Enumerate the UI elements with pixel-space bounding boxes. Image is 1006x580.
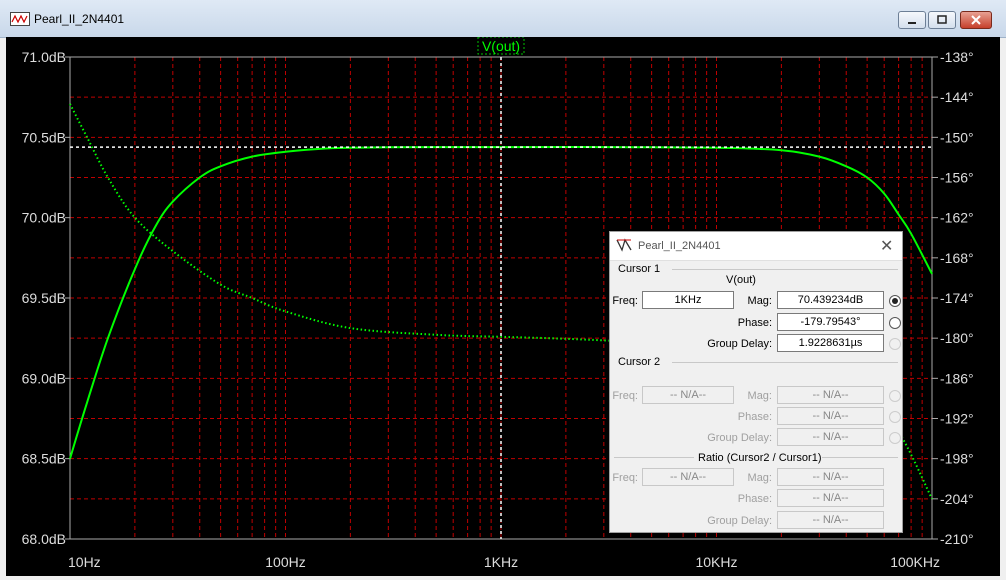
maximize-button[interactable] [928, 11, 956, 29]
ratio-mag-field[interactable]: -- N/A-- [777, 468, 884, 486]
divider [672, 362, 898, 363]
right-tick-label: -198° [940, 451, 974, 467]
cursor2-group-delay-field[interactable]: -- N/A-- [777, 428, 884, 446]
cursor2-freq-field[interactable]: -- N/A-- [642, 386, 734, 404]
right-tick-label: -162° [940, 210, 974, 226]
cursor2-phase-field[interactable]: -- N/A-- [777, 407, 884, 425]
ratio-mag-label: Mag: [747, 472, 772, 484]
ratio-phase-field[interactable]: -- N/A-- [777, 489, 884, 507]
right-tick-label: -186° [940, 370, 974, 386]
cursor1-group-delay-label: Group Delay: [707, 338, 772, 350]
cursor-dialog: Pearl_II_2N4401 ✕ Cursor 1 V(out) Freq: … [609, 231, 903, 533]
left-tick-label: 70.0dB [22, 210, 66, 226]
close-icon [971, 15, 981, 25]
cursor2-mag-radio[interactable] [889, 390, 901, 402]
left-tick-label: 70.5dB [22, 129, 66, 145]
left-tick-label: 68.5dB [22, 451, 66, 467]
close-window-button[interactable] [960, 11, 992, 29]
cursor1-phase-field[interactable]: -179.79543° [777, 313, 884, 331]
x-tick-label: 1KHz [484, 554, 518, 570]
dialog-close-icon[interactable]: ✕ [880, 236, 893, 256]
cursor1-group-delay-radio[interactable] [889, 338, 901, 350]
title-bar: Pearl_II_2N4401 [0, 0, 1006, 38]
cursor2-group-delay-radio[interactable] [889, 432, 901, 444]
ratio-group-delay-label: Group Delay: [707, 515, 772, 527]
minimize-icon [908, 22, 916, 24]
cursor1-freq-field[interactable]: 1KHz [642, 291, 734, 309]
left-tick-label: 68.0dB [22, 531, 66, 547]
cursor-app-icon [616, 238, 632, 252]
trace-label[interactable]: V(out) [482, 38, 520, 54]
divider [614, 457, 694, 458]
cursor2-group-delay-label: Group Delay: [707, 432, 772, 444]
right-tick-label: -180° [940, 330, 974, 346]
cursor1-mag-field[interactable]: 70.439234dB [777, 291, 884, 309]
x-tick-label: 10Hz [68, 554, 101, 570]
cursor2-phase-label: Phase: [737, 411, 772, 423]
cursor2-freq-label: Freq: [612, 390, 638, 402]
dialog-title-bar: Pearl_II_2N4401 ✕ [610, 232, 902, 261]
x-tick-label: 100KHz [890, 554, 940, 570]
cursor1-mag-radio[interactable] [889, 295, 901, 307]
minimize-button[interactable] [898, 11, 926, 29]
right-tick-label: -150° [940, 129, 974, 145]
right-tick-label: -174° [940, 290, 974, 306]
cursor1-phase-radio[interactable] [889, 317, 901, 329]
x-tick-label: 10KHz [695, 554, 737, 570]
right-tick-label: -144° [940, 89, 974, 105]
left-tick-label: 69.5dB [22, 290, 66, 306]
right-tick-label: -210° [940, 531, 974, 547]
cursor2-group-label: Cursor 2 [618, 356, 661, 368]
restore-icon [937, 15, 947, 24]
left-tick-label: 69.0dB [22, 370, 66, 386]
cursor1-phase-label: Phase: [737, 317, 772, 329]
cursor2-mag-field[interactable]: -- N/A-- [777, 386, 884, 404]
cursor1-mag-label: Mag: [747, 295, 772, 307]
ratio-group-label: Ratio (Cursor2 / Cursor1) [698, 452, 822, 464]
right-tick-label: -192° [940, 411, 974, 427]
x-tick-label: 100Hz [265, 554, 305, 570]
divider [672, 269, 898, 270]
cursor2-phase-radio[interactable] [889, 411, 901, 423]
right-tick-label: -138° [940, 49, 974, 65]
left-tick-label: 71.0dB [22, 49, 66, 65]
cursor1-freq-label: Freq: [612, 295, 638, 307]
ratio-phase-label: Phase: [737, 493, 772, 505]
window-title: Pearl_II_2N4401 [34, 12, 125, 26]
cursor2-mag-label: Mag: [747, 390, 772, 402]
cursor1-trace: V(out) [726, 274, 756, 286]
divider [822, 457, 898, 458]
ratio-freq-label: Freq: [612, 472, 638, 484]
right-tick-label: -168° [940, 250, 974, 266]
right-tick-label: -204° [940, 491, 974, 507]
cursor1-group-label: Cursor 1 [618, 263, 661, 275]
right-tick-label: -156° [940, 170, 974, 186]
ratio-group-delay-field[interactable]: -- N/A-- [777, 511, 884, 529]
cursor1-group-delay-field[interactable]: 1.9228631µs [777, 334, 884, 352]
ratio-freq-field[interactable]: -- N/A-- [642, 468, 734, 486]
dialog-title: Pearl_II_2N4401 [638, 240, 721, 252]
waveform-app-icon [10, 12, 30, 26]
